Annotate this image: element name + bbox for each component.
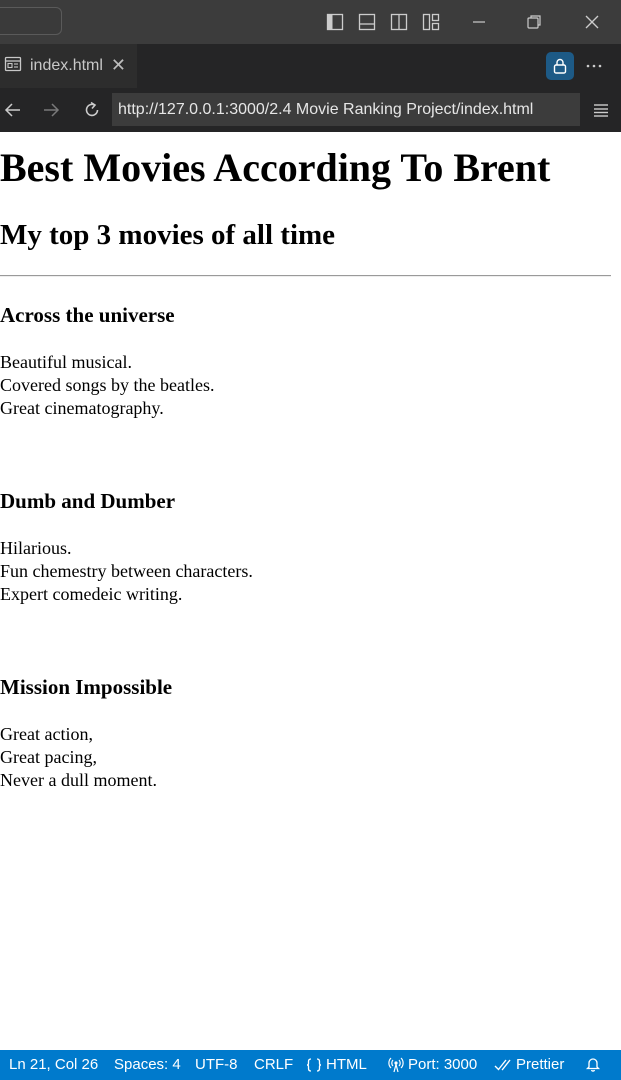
tab-label: index.html [30,57,103,74]
movie-title: Mission Impossible [0,675,173,699]
language-mode[interactable]: HTML [306,1056,367,1073]
description-line: Hilarious. [0,538,72,558]
cursor-position[interactable]: Ln 21, Col 26 [9,1056,98,1073]
status-bar: Ln 21, Col 26 Spaces: 4 UTF-8 CRLF HTML … [0,1050,621,1080]
customize-layout-icon[interactable] [420,11,442,33]
movie-description: Hilarious. Fun chemestry between charact… [0,537,253,606]
toggle-panel-icon[interactable] [356,11,378,33]
back-icon[interactable] [0,97,26,123]
description-line: Covered songs by the beatles. [0,375,215,395]
movie-description: Great action, Great pacing, Never a dull… [0,723,157,792]
preview-tab-icon [4,55,22,77]
movie-title: Dumb and Dumber [0,489,176,513]
close-window-icon[interactable] [578,8,606,36]
line-ending-status[interactable]: CRLF [254,1056,293,1073]
movie-title: Across the universe [0,303,175,327]
indentation-status[interactable]: Spaces: 4 [114,1056,181,1073]
tab-bar: index.html ✕ [0,44,621,88]
restore-icon[interactable] [520,8,548,36]
movie-description: Beautiful musical. Covered songs by the … [0,351,214,420]
encoding-status[interactable]: UTF-8 [195,1056,238,1073]
page-subtitle: My top 3 movies of all time [0,219,336,251]
description-line: Fun chemestry between characters. [0,561,253,581]
page-viewport: Best Movies According To Brent My top 3 … [0,132,621,1050]
divider [0,275,611,277]
forward-icon[interactable] [38,97,64,123]
broadcast-icon [388,1057,404,1073]
lock-icon[interactable] [546,52,574,80]
layout-controls [324,11,442,33]
description-line: Beautiful musical. [0,352,132,372]
description-line: Never a dull moment. [0,770,157,790]
tab-close-icon[interactable]: ✕ [111,57,126,75]
port-label: Port: 3000 [408,1056,478,1073]
minimize-icon[interactable] [465,8,493,36]
description-line: Great cinematography. [0,398,164,418]
menu-icon[interactable] [588,97,614,123]
description-line: Great pacing, [0,747,97,767]
live-server-port[interactable]: Port: 3000 [388,1056,477,1073]
reload-icon[interactable] [79,97,105,123]
description-line: Great action, [0,724,93,744]
command-center-search[interactable] [0,7,62,35]
description-line: Expert comedeic writing. [0,584,183,604]
url-input[interactable]: http://127.0.0.1:3000/2.4 Movie Ranking … [112,93,580,126]
tab-index-html[interactable]: index.html ✕ [0,44,137,88]
bell-icon[interactable] [585,1056,601,1072]
page-title: Best Movies According To Brent [0,145,551,190]
toggle-primary-sidebar-icon[interactable] [324,11,346,33]
braces-icon [306,1057,322,1073]
check-all-icon [494,1057,512,1073]
more-icon[interactable] [580,52,608,80]
title-bar [0,0,621,44]
language-label: HTML [326,1056,367,1073]
prettier-label: Prettier [516,1056,565,1073]
prettier-status[interactable]: Prettier [494,1056,564,1073]
toggle-secondary-sidebar-icon[interactable] [388,11,410,33]
